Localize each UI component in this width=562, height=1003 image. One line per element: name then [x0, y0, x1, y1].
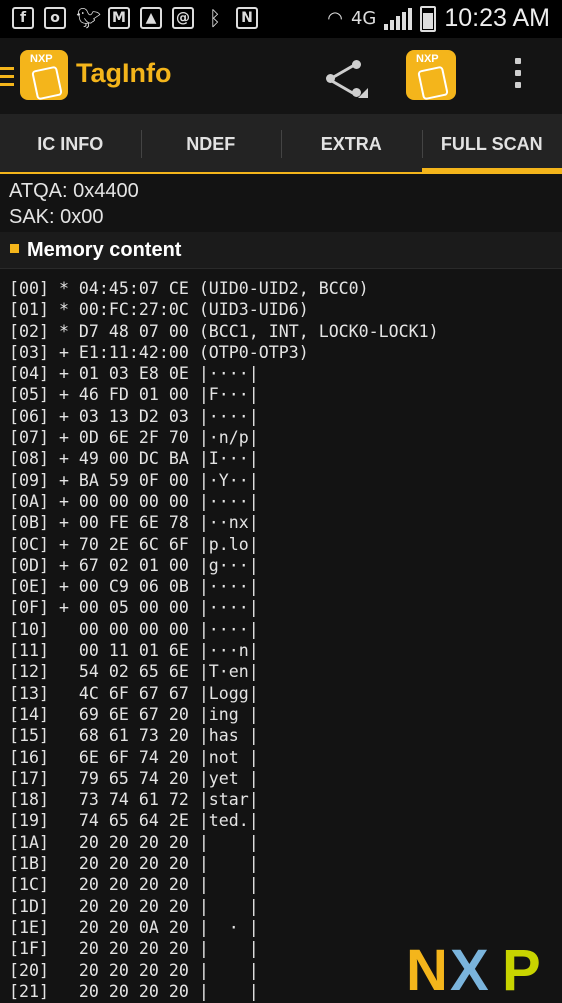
system-icons: ◠ 4G 10:23 AM: [327, 4, 550, 33]
memory-line: [0C] + 70 2E 6C 6F |p.lo|: [9, 534, 439, 555]
nxp-logo-p: P: [502, 942, 541, 1000]
signal-icon: [384, 8, 412, 30]
memory-line: [18] 73 74 61 72 |star|: [9, 789, 439, 810]
memory-line: [00] * 04:45:07 CE (UID0-UID2, BCC0): [9, 278, 439, 299]
memory-line: [11] 00 11 01 6E |···n|: [9, 640, 439, 661]
memory-line: [14] 69 6E 67 20 |ing |: [9, 704, 439, 725]
share-icon[interactable]: [322, 58, 368, 98]
email-icon: @: [172, 7, 194, 29]
section-header: Memory content: [0, 232, 562, 268]
notification-icons: f o 🐦︎ M ▲ @ ᛒ N: [12, 7, 258, 29]
memory-line: [10] 00 00 00 00 |····|: [9, 619, 439, 640]
memory-line: [20] 20 20 20 20 | |: [9, 960, 439, 981]
nxp-logo-x: X: [450, 942, 489, 1000]
memory-line: [19] 74 65 64 2E |ted.|: [9, 810, 439, 831]
tab-bar: IC INFO NDEF EXTRA FULL SCAN: [0, 114, 562, 174]
twitter-icon: 🐦︎: [76, 7, 98, 29]
memory-line: [13] 4C 6F 67 67 |Logg|: [9, 683, 439, 704]
nxp-app-icon[interactable]: NXP: [406, 50, 456, 100]
drawer-menu-icon[interactable]: [0, 67, 14, 91]
memory-line: [1A] 20 20 20 20 | |: [9, 832, 439, 853]
facebook-icon: f: [12, 7, 34, 29]
memory-line: [17] 79 65 74 20 |yet |: [9, 768, 439, 789]
nfc-icon: N: [236, 7, 258, 29]
tab-divider: [0, 172, 562, 174]
bullet-icon: [10, 244, 19, 253]
memory-line: [0E] + 00 C9 06 0B |····|: [9, 576, 439, 597]
battery-icon: [420, 6, 436, 32]
gallery-icon: ▲: [140, 7, 162, 29]
memory-line: [1B] 20 20 20 20 | |: [9, 853, 439, 874]
app-bar: NXP TagInfo NXP: [0, 38, 562, 114]
memory-line: [01] * 00:FC:27:0C (UID3-UID6): [9, 299, 439, 320]
nxp-logo-n: N: [406, 942, 448, 1000]
divider: [0, 268, 562, 269]
memory-line: [09] + BA 59 0F 00 |·Y··|: [9, 470, 439, 491]
memory-dump: [00] * 04:45:07 CE (UID0-UID2, BCC0)[01]…: [9, 278, 439, 1002]
status-bar: f o 🐦︎ M ▲ @ ᛒ N ◠ 4G 10:23 AM: [0, 0, 562, 38]
tab-ic-info[interactable]: IC INFO: [0, 114, 141, 174]
sak-value: SAK: 0x00: [9, 204, 139, 230]
memory-line: [15] 68 61 73 20 |has |: [9, 725, 439, 746]
overflow-menu-icon[interactable]: [510, 58, 526, 98]
memory-line: [06] + 03 13 D2 03 |····|: [9, 406, 439, 427]
memory-line: [0D] + 67 02 01 00 |g···|: [9, 555, 439, 576]
memory-line: [12] 54 02 65 6E |T·en|: [9, 661, 439, 682]
atqa-value: ATQA: 0x4400: [9, 178, 139, 204]
tab-full-scan[interactable]: FULL SCAN: [422, 114, 562, 174]
memory-line: [16] 6E 6F 74 20 |not |: [9, 747, 439, 768]
memory-line: [0F] + 00 05 00 00 |····|: [9, 597, 439, 618]
memory-line: [02] * D7 48 07 00 (BCC1, INT, LOCK0-LOC…: [9, 321, 439, 342]
bluetooth-icon: ᛒ: [204, 7, 226, 29]
memory-line: [0A] + 00 00 00 00 |····|: [9, 491, 439, 512]
memory-line: [08] + 49 00 DC BA |I···|: [9, 448, 439, 469]
logo-text: NXP: [416, 53, 439, 65]
wifi-icon: ◠: [327, 8, 343, 29]
nxp-logo: N X P: [406, 942, 562, 999]
memory-line: [1E] 20 20 0A 20 | · |: [9, 917, 439, 938]
tag-icon: [31, 66, 63, 101]
memory-line: [05] + 46 FD 01 00 |F···|: [9, 384, 439, 405]
outlook-icon: o: [44, 7, 66, 29]
memory-line: [07] + 0D 6E 2F 70 |·n/p|: [9, 427, 439, 448]
memory-line: [1C] 20 20 20 20 | |: [9, 874, 439, 895]
app-logo[interactable]: NXP: [20, 50, 68, 100]
memory-line: [04] + 01 03 E8 0E |····|: [9, 363, 439, 384]
memory-line: [03] + E1:11:42:00 (OTP0-OTP3): [9, 342, 439, 363]
app-title: TagInfo: [76, 58, 171, 89]
memory-line: [1D] 20 20 20 20 | |: [9, 896, 439, 917]
section-title: Memory content: [27, 239, 181, 262]
logo-text: NXP: [30, 53, 53, 65]
clock: 10:23 AM: [444, 4, 550, 33]
tab-ndef[interactable]: NDEF: [141, 114, 282, 174]
memory-line: [1F] 20 20 20 20 | |: [9, 938, 439, 959]
gmail-icon: M: [108, 7, 130, 29]
memory-line: [0B] + 00 FE 6E 78 |··nx|: [9, 512, 439, 533]
tab-extra[interactable]: EXTRA: [281, 114, 422, 174]
tag-icon: [417, 66, 449, 101]
network-type: 4G: [351, 8, 376, 29]
tag-info: ATQA: 0x4400 SAK: 0x00: [9, 178, 139, 230]
